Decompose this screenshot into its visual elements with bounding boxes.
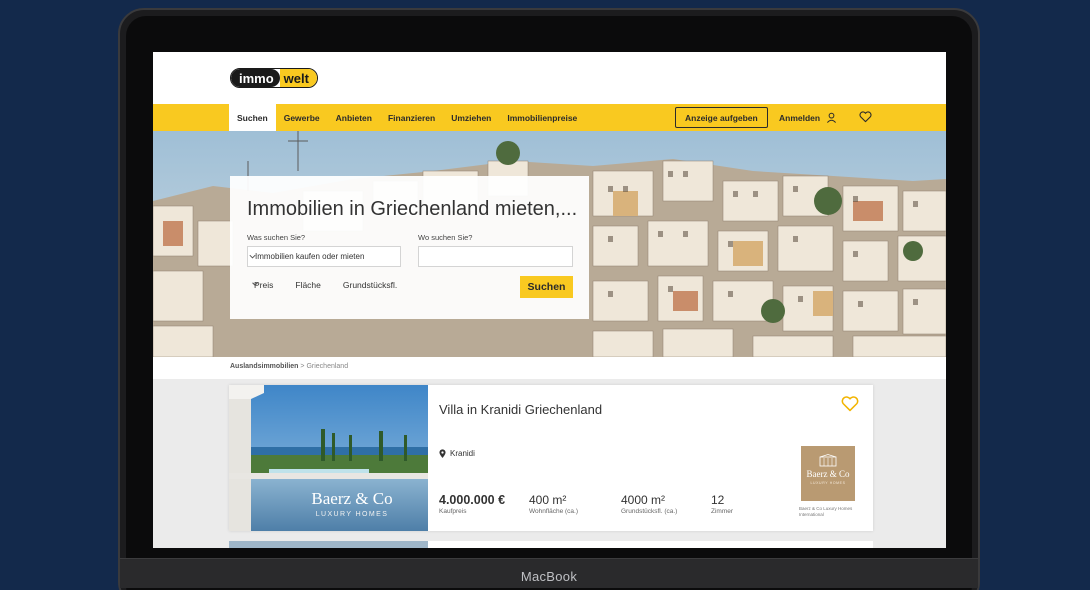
- property-type-select[interactable]: Immobilien kaufen oder mieten: [247, 246, 401, 267]
- listing-card[interactable]: Baerz & Co LUXURY HOMES Villa in Kranidi…: [229, 385, 873, 531]
- agent-logo[interactable]: Baerz & Co LUXURY HOMES: [801, 446, 855, 501]
- nav-item-gewerbe[interactable]: Gewerbe: [276, 104, 328, 131]
- property-type-value: Immobilien kaufen oder mieten: [255, 252, 365, 261]
- chevron-down-icon: [249, 254, 256, 259]
- save-listing-heart-icon[interactable]: [841, 396, 859, 412]
- user-icon: [827, 112, 837, 123]
- breadcrumb-trail: Auslandsimmobilien > Griechenland: [230, 363, 348, 370]
- device-brand-label: MacBook: [520, 569, 578, 584]
- logo-part-1: immo: [231, 69, 280, 87]
- image-watermark: Baerz & Co: [311, 489, 393, 508]
- listing-plot-area-label: Grundstücksfl. (ca.): [621, 508, 678, 515]
- listing-living-area-label: Wohnfläche (ca.): [529, 508, 579, 515]
- listing-rooms: 12 Zimmer: [711, 493, 733, 515]
- listing-price: 4.000.000 € Kaufpreis: [439, 493, 505, 515]
- what-label: Was suchen Sie?: [247, 233, 306, 242]
- nav-item-finanzieren[interactable]: Finanzieren: [380, 104, 443, 131]
- listing-price-label: Kaufpreis: [439, 508, 467, 515]
- listing-photo[interactable]: Baerz & Co LUXURY HOMES: [229, 385, 428, 531]
- immowelt-logo[interactable]: immo welt: [230, 68, 318, 88]
- logo-part-2: welt: [279, 69, 317, 87]
- plot-area-filter-label: Grundstücksfl.: [342, 280, 398, 290]
- search-button[interactable]: Suchen: [520, 276, 573, 298]
- listing-living-area-value: 400 m²: [529, 493, 567, 507]
- agent-logo-text: Baerz & Co: [806, 469, 850, 479]
- location-input[interactable]: [418, 246, 573, 267]
- listing-plot-area: 4000 m² Grundstücksfl. (ca.): [621, 493, 677, 515]
- area-filter[interactable]: Fläche: [252, 280, 321, 290]
- next-listing-photo[interactable]: [229, 541, 428, 548]
- where-label: Wo suchen Sie?: [418, 233, 473, 242]
- breadcrumb-parent[interactable]: Auslandsimmobilien: [230, 363, 298, 370]
- hero-city-image: Immobilien in Griechenland mieten,... Wa…: [153, 131, 946, 357]
- site-header: immo welt: [153, 52, 946, 104]
- agent-logo-sub: LUXURY HOMES: [810, 481, 846, 485]
- listing-plot-area-value: 4000 m²: [621, 493, 666, 507]
- location-pin-icon: [439, 449, 446, 458]
- listing-living-area: 400 m² Wohnfläche (ca.): [529, 493, 578, 515]
- area-filter-label: Fläche: [295, 280, 321, 290]
- nav-item-suchen[interactable]: Suchen: [229, 104, 276, 131]
- listing-title[interactable]: Villa in Kranidi Griechenland: [439, 402, 602, 417]
- next-listing-card[interactable]: [229, 541, 873, 548]
- search-title: Immobilien in Griechenland mieten,...: [247, 198, 578, 220]
- listing-location: Kranidi: [439, 449, 475, 458]
- listing-rooms-value: 12: [711, 493, 725, 507]
- login-label: Anmelden: [779, 112, 821, 123]
- breadcrumb-current: Griechenland: [306, 363, 349, 370]
- listing-location-label: Kranidi: [450, 449, 475, 458]
- breadcrumb: Auslandsimmobilien > Griechenland: [153, 357, 946, 379]
- agent-name: Baerz & Co Luxury Homes International: [799, 506, 853, 517]
- agent-building-icon: [819, 454, 837, 467]
- post-ad-button[interactable]: Anzeige aufgeben: [675, 107, 768, 128]
- listing-price-value: 4.000.000 €: [439, 493, 506, 507]
- nav-item-anbieten[interactable]: Anbieten: [328, 104, 380, 131]
- image-watermark-sub: LUXURY HOMES: [315, 511, 389, 518]
- favorites-heart-icon[interactable]: [859, 111, 872, 123]
- chevron-down-icon: [252, 282, 258, 286]
- browser-viewport: immo welt Suchen Gewerbe Anbieten Finanz…: [153, 52, 946, 548]
- villa-photo-illustration: [229, 385, 428, 531]
- login-link[interactable]: Anmelden: [779, 104, 837, 131]
- nav-item-immobilienpreise[interactable]: Immobilienpreise: [499, 104, 585, 131]
- plot-area-filter[interactable]: Grundstücksfl.: [252, 280, 398, 290]
- search-panel: Immobilien in Griechenland mieten,... Wa…: [230, 176, 589, 319]
- main-navigation: Suchen Gewerbe Anbieten Finanzieren Umzi…: [153, 104, 946, 131]
- listing-rooms-label: Zimmer: [711, 508, 734, 515]
- nav-item-umziehen[interactable]: Umziehen: [443, 104, 499, 131]
